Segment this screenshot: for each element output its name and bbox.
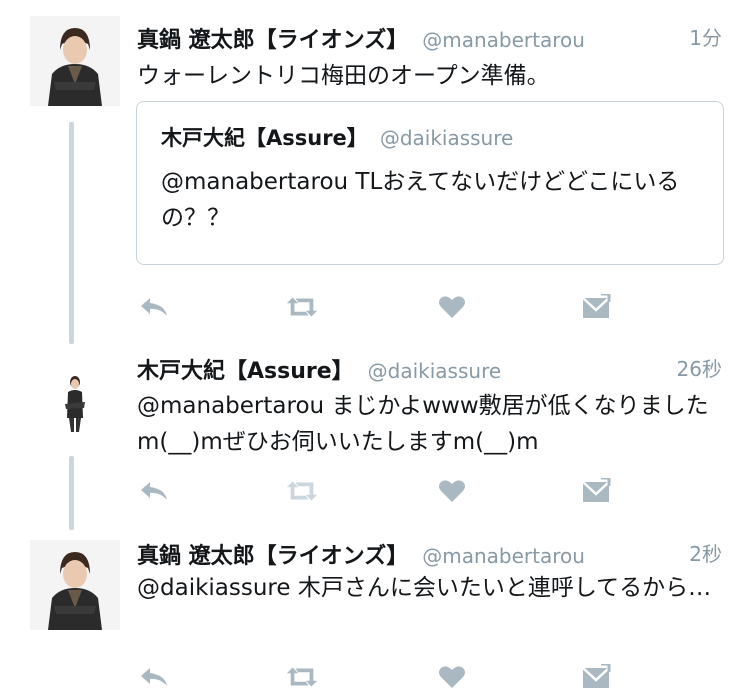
like-icon: [439, 296, 465, 318]
avatar-photo: [30, 16, 120, 106]
tweet[interactable]: 木戸大紀【Assure】 @daikiassure 26秒 @manabertar…: [0, 340, 750, 530]
avatar[interactable]: [30, 16, 120, 106]
retweet-icon: [286, 667, 318, 687]
like-button[interactable]: [435, 290, 469, 324]
display-name[interactable]: 真鍋 遼太郎【ライオンズ】: [137, 28, 408, 53]
direct-message-icon: [582, 478, 611, 502]
reply-button[interactable]: [137, 474, 171, 508]
direct-message-icon: [582, 664, 611, 688]
tweet-text: @manabertarou まじかよwww敷居が低くなりましたm(__)mぜひお…: [137, 393, 709, 455]
avatar[interactable]: [30, 368, 120, 458]
avatar[interactable]: [30, 540, 120, 630]
display-name[interactable]: 真鍋 遼太郎【ライオンズ】: [137, 544, 408, 569]
reply-icon: [141, 482, 167, 500]
tweet[interactable]: 真鍋 遼太郎【ライオンズ】 @manabertarou 1分 ウォーレントリコ梅田…: [0, 16, 750, 344]
thread-line: [69, 122, 74, 344]
timestamp[interactable]: 1分: [689, 22, 722, 51]
tweet-header: 真鍋 遼太郎【ライオンズ】 @manabertarou 1分: [137, 22, 722, 62]
avatar-photo: [30, 540, 120, 630]
like-icon: [439, 666, 465, 688]
user-handle[interactable]: @manabertarou: [422, 544, 585, 568]
user-handle[interactable]: @manabertarou: [422, 28, 585, 52]
quoted-user-handle: @daikiassure: [379, 126, 514, 150]
timestamp[interactable]: 26秒: [677, 353, 722, 382]
tweet[interactable]: 真鍋 遼太郎【ライオンズ】 @manabertarou 2秒 @daikiassu…: [0, 532, 750, 690]
retweet-icon: [286, 297, 318, 317]
quoted-tweet[interactable]: 木戸大紀【Assure】 @daikiassure @manabertarou T…: [136, 101, 724, 265]
tweet-actions: [137, 660, 617, 694]
avatar-photo: [30, 368, 120, 438]
direct-message-button[interactable]: [579, 290, 613, 324]
tweet-actions: [137, 290, 617, 324]
tweet-text: ウォーレントリコ梅田のオープン準備。: [137, 63, 550, 89]
tweet-text: @daikiassure 木戸さんに会いたいと連呼してるから…: [137, 575, 712, 601]
display-name[interactable]: 木戸大紀【Assure】: [137, 359, 354, 384]
tweet-actions: [137, 474, 617, 508]
reply-icon: [141, 668, 167, 686]
direct-message-button[interactable]: [579, 660, 613, 694]
retweet-button[interactable]: [285, 660, 319, 694]
quoted-display-name: 木戸大紀【Assure】: [161, 126, 368, 150]
retweet-icon: [286, 481, 318, 501]
reply-button[interactable]: [137, 290, 171, 324]
tweet-header: 木戸大紀【Assure】 @daikiassure 26秒: [137, 353, 722, 393]
thread-line: [69, 456, 74, 530]
like-icon: [439, 480, 465, 502]
like-button[interactable]: [435, 660, 469, 694]
user-handle[interactable]: @daikiassure: [368, 359, 502, 383]
reply-icon: [141, 298, 167, 316]
direct-message-button[interactable]: [579, 474, 613, 508]
retweet-button[interactable]: [285, 290, 319, 324]
like-button[interactable]: [435, 474, 469, 508]
direct-message-icon: [582, 294, 611, 318]
quoted-tweet-text: @manabertarou TLおえてないだけどどこにいるの？？: [161, 169, 680, 231]
timestamp[interactable]: 2秒: [689, 538, 722, 567]
retweet-button[interactable]: [285, 474, 319, 508]
reply-button[interactable]: [137, 660, 171, 694]
quoted-tweet-header: 木戸大紀【Assure】 @daikiassure: [161, 122, 513, 152]
